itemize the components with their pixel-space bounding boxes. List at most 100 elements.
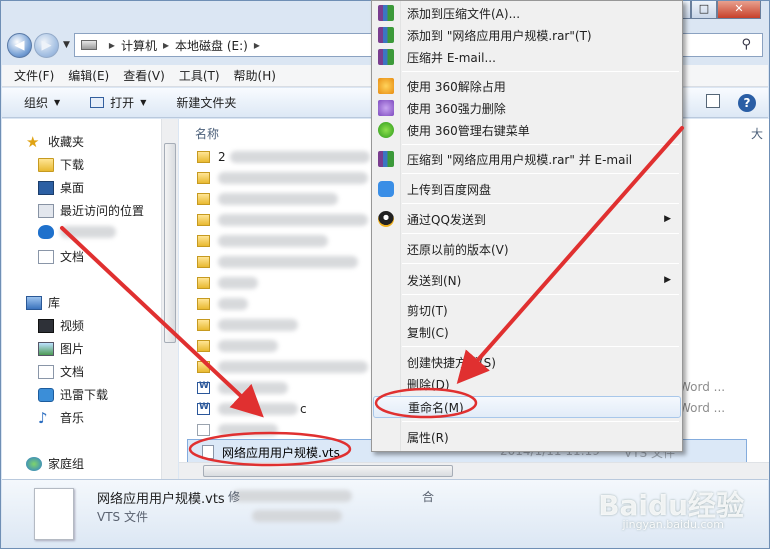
menu-view[interactable]: 查看(V): [123, 67, 165, 84]
nav-desktop[interactable]: 桌面: [38, 179, 84, 196]
file-row[interactable]: [197, 189, 338, 209]
menu-item-label: 压缩并 E-mail...: [407, 50, 496, 65]
nav-lib-docs[interactable]: 文档: [38, 363, 84, 380]
nav-xunlei[interactable]: 迅雷下载: [38, 386, 108, 403]
details-file-name: 网络应用用户规模.vts: [97, 492, 225, 507]
file-row[interactable]: [197, 210, 368, 230]
blurred-name: [218, 361, 368, 373]
maximize-button[interactable]: □: [691, 1, 717, 19]
nav-label: 收藏夹: [48, 135, 85, 149]
word-document-icon: [197, 402, 210, 415]
nav-libraries[interactable]: 库: [26, 294, 60, 311]
nav-documents[interactable]: 文档: [38, 248, 84, 265]
menu-create-shortcut[interactable]: 创建快捷方式(S): [373, 351, 681, 373]
preview-pane-icon[interactable]: [706, 94, 720, 108]
file-row[interactable]: [197, 420, 278, 440]
crumb-separator-icon[interactable]: ▸: [163, 38, 169, 52]
music-note-icon: ♪: [38, 408, 48, 427]
menu-360-unlock[interactable]: 使用 360解除占用: [373, 75, 681, 97]
file-row[interactable]: [197, 378, 288, 398]
menu-add-to-rar[interactable]: 添加到 "网络应用用户规模.rar"(T): [373, 24, 681, 46]
forward-button[interactable]: ▶: [34, 32, 59, 58]
menu-properties[interactable]: 属性(R): [373, 426, 681, 448]
file-row[interactable]: [197, 357, 368, 377]
file-row[interactable]: [197, 273, 258, 293]
h-scroll-thumb[interactable]: [203, 465, 453, 477]
recent-places-icon: [38, 203, 54, 218]
file-row[interactable]: [197, 252, 358, 272]
new-folder-button[interactable]: 新建文件夹: [176, 94, 236, 111]
menu-360-force-delete[interactable]: 使用 360强力删除: [373, 97, 681, 119]
nav-video[interactable]: 视频: [38, 317, 84, 334]
menu-send-to[interactable]: 发送到(N) ▶: [373, 269, 681, 291]
menu-separator: [402, 294, 679, 295]
breadcrumb-computer[interactable]: 计算机: [121, 37, 157, 54]
folder-icon: [197, 298, 210, 310]
context-menu: 添加到压缩文件(A)... 添加到 "网络应用用户规模.rar"(T) 压缩并 …: [371, 0, 683, 452]
menu-separator: [402, 421, 679, 422]
help-icon[interactable]: ?: [738, 94, 756, 112]
file-name-fragment: c: [300, 402, 307, 416]
details-label: 修: [228, 490, 241, 504]
nav-pictures[interactable]: 图片: [38, 340, 84, 357]
menu-cut[interactable]: 剪切(T): [373, 299, 681, 321]
nav-recent[interactable]: 最近访问的位置: [38, 202, 144, 219]
menu-restore-versions[interactable]: 还原以前的版本(V): [373, 238, 681, 260]
winrar-icon: [378, 49, 394, 65]
menu-copy[interactable]: 复制(C): [373, 321, 681, 343]
recent-pages-dropdown-icon[interactable]: ▼: [63, 40, 70, 50]
search-icon[interactable]: ⚲: [741, 37, 751, 52]
menu-file[interactable]: 文件(F): [14, 67, 54, 84]
horizontal-scrollbar[interactable]: [179, 462, 769, 479]
menu-edit[interactable]: 编辑(E): [68, 67, 109, 84]
menu-rename[interactable]: 重命名(M): [373, 396, 681, 418]
folder-icon: [197, 361, 210, 373]
menu-item-label: 使用 360解除占用: [407, 79, 506, 94]
nav-favorites[interactable]: ★ 收藏夹: [26, 133, 84, 150]
menu-item-label: 使用 360强力删除: [407, 101, 506, 116]
crumb-separator-icon[interactable]: ▸: [109, 38, 115, 52]
menu-compress-rar-email[interactable]: 压缩到 "网络应用用户规模.rar" 并 E-mail: [373, 148, 681, 170]
organize-button[interactable]: 组织 ▼: [24, 94, 60, 111]
nav-music[interactable]: ♪ 音乐: [38, 409, 84, 426]
desktop-icon: [38, 180, 54, 195]
crumb-separator-icon[interactable]: ▸: [254, 38, 260, 52]
column-header-name[interactable]: 名称: [195, 125, 219, 142]
open-button[interactable]: 打开 ▼: [90, 94, 146, 111]
menu-help[interactable]: 帮助(H): [234, 67, 276, 84]
nav-scrollbar[interactable]: [161, 119, 178, 479]
manage-360-icon: [378, 122, 394, 138]
pictures-icon: [38, 341, 54, 356]
menu-tools[interactable]: 工具(T): [179, 67, 220, 84]
nav-download[interactable]: 下载: [38, 156, 84, 173]
open-icon: [90, 97, 105, 108]
close-button[interactable]: ✕: [717, 1, 761, 19]
menu-compress-email[interactable]: 压缩并 E-mail...: [373, 46, 681, 68]
menu-upload-baidu[interactable]: 上传到百度网盘: [373, 178, 681, 200]
chevron-down-icon: ▼: [140, 98, 147, 107]
file-row[interactable]: 23.: [197, 147, 383, 167]
folder-icon: [197, 172, 210, 184]
file-row[interactable]: [197, 336, 278, 356]
menu-delete[interactable]: 删除(D): [373, 373, 681, 395]
nav-label: 视频: [60, 319, 85, 333]
file-row[interactable]: ip: [197, 168, 381, 188]
folder-icon: [38, 157, 54, 172]
nav-scroll-thumb[interactable]: [164, 143, 176, 343]
open-label: 打开: [110, 96, 135, 110]
nav-cloud[interactable]: [38, 225, 116, 239]
file-row[interactable]: c: [197, 399, 307, 419]
blurred-name: [218, 340, 278, 352]
nav-homegroup[interactable]: 家庭组: [26, 455, 84, 472]
file-row[interactable]: [197, 315, 298, 335]
column-header-size[interactable]: 大: [751, 125, 763, 142]
menu-add-to-archive[interactable]: 添加到压缩文件(A)...: [373, 2, 681, 24]
menu-separator: [402, 71, 679, 72]
back-button[interactable]: ◀: [7, 32, 32, 58]
file-row[interactable]: [197, 231, 328, 251]
menu-send-qq[interactable]: 通过QQ发送到 ▶: [373, 208, 681, 230]
file-icon: [197, 424, 210, 436]
menu-360-manage[interactable]: 使用 360管理右键菜单: [373, 119, 681, 141]
file-row[interactable]: [197, 294, 248, 314]
breadcrumb-drive-e[interactable]: 本地磁盘 (E:): [175, 37, 248, 54]
